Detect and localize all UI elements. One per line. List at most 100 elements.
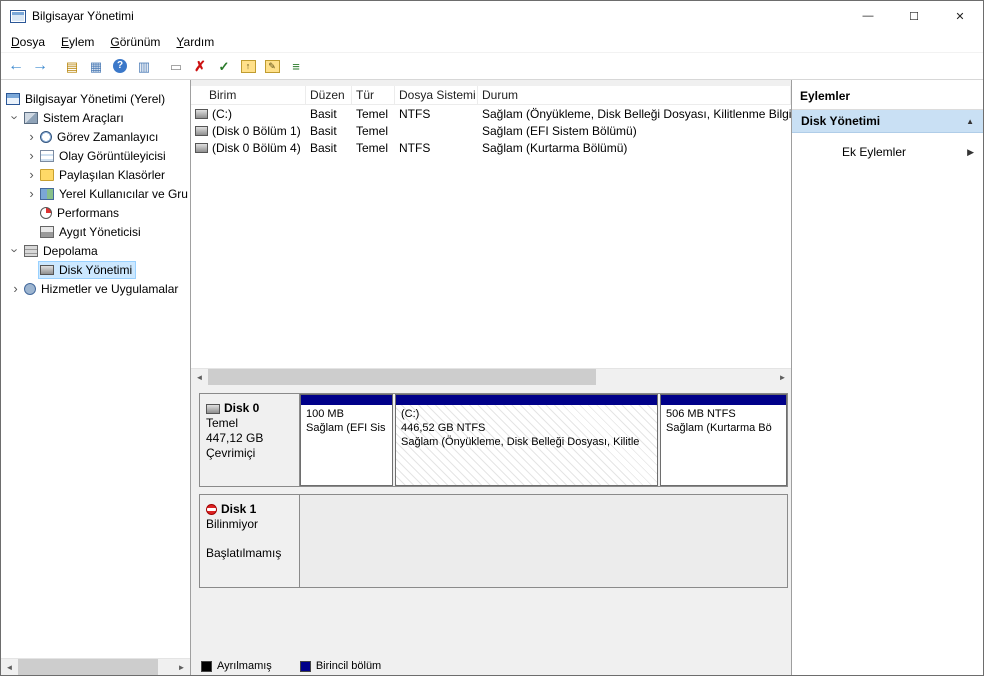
- collapse-icon[interactable]: ▲: [966, 117, 974, 126]
- partition-color-bar: [301, 395, 392, 405]
- actions-pane-title: Eylemler: [792, 86, 983, 110]
- scroll-left-icon[interactable]: ◄: [1, 659, 18, 675]
- scroll-right-icon[interactable]: ►: [173, 659, 190, 675]
- tree-item-services-applications[interactable]: Hizmetler ve Uygulamalar: [1, 279, 190, 298]
- column-header-tur[interactable]: Tür: [352, 86, 395, 104]
- volume-row-recovery[interactable]: (Disk 0 Bölüm 4) Basit Temel NTFS Sağlam…: [191, 139, 791, 156]
- disk-1-label[interactable]: Disk 1 Bilinmiyor Başlatılmamış: [200, 495, 300, 587]
- status-popup-icon[interactable]: ▭: [165, 55, 187, 77]
- window-controls: — ☐ ✕: [845, 1, 983, 31]
- tree-horizontal-scrollbar[interactable]: ◄ ►: [1, 658, 190, 675]
- scroll-left-icon[interactable]: ◄: [191, 369, 208, 385]
- chevron-right-icon[interactable]: [24, 130, 39, 143]
- column-header-durum[interactable]: Durum: [478, 86, 791, 104]
- content-area: Bilgisayar Yönetimi (Yerel) Sistem Araçl…: [1, 80, 983, 675]
- show-action-pane-icon[interactable]: ▥: [133, 55, 155, 77]
- help-icon[interactable]: ?: [109, 55, 131, 77]
- disk-1-unallocated-area[interactable]: [300, 495, 787, 587]
- title-bar[interactable]: Bilgisayar Yönetimi — ☐ ✕: [1, 1, 983, 31]
- users-icon: [40, 187, 54, 200]
- volume-list-horizontal-scrollbar[interactable]: ◄ ►: [191, 368, 791, 385]
- back-icon[interactable]: ←: [5, 55, 27, 77]
- volume-icon: [195, 125, 208, 136]
- disk-0-partitions: 100 MB Sağlam (EFI Sis (C:) 446,52 GB NT…: [300, 394, 787, 486]
- volume-row-c[interactable]: (C:) Basit Temel NTFS Sağlam (Önyükleme,…: [191, 105, 791, 122]
- tree-item-event-viewer[interactable]: Olay Görüntüleyicisi: [1, 146, 190, 165]
- system-tools-icon: [24, 111, 38, 124]
- chevron-down-icon[interactable]: [8, 111, 23, 124]
- partition-efi[interactable]: 100 MB Sağlam (EFI Sis: [300, 394, 393, 486]
- volume-list-header: Birim Düzen Tür Dosya Sistemi Durum: [191, 86, 791, 105]
- tree-item-disk-management[interactable]: Disk Yönetimi: [1, 260, 190, 279]
- tree-item-shared-folders[interactable]: Paylaşılan Klasörler: [1, 165, 190, 184]
- storage-icon: [24, 244, 38, 257]
- mark-active-icon[interactable]: ✓: [213, 55, 235, 77]
- column-header-birim[interactable]: Birim: [191, 86, 306, 104]
- disk-management-icon: [40, 264, 54, 275]
- menu-yardim[interactable]: Yardım: [168, 32, 222, 52]
- action-more-actions[interactable]: Ek Eylemler ▶: [792, 141, 983, 163]
- explore-folder-icon[interactable]: ✎: [261, 55, 283, 77]
- close-button[interactable]: ✕: [937, 1, 983, 31]
- volume-row-efi[interactable]: (Disk 0 Bölüm 1) Basit Temel Sağlam (EFI…: [191, 122, 791, 139]
- tree-item-local-users-groups[interactable]: Yerel Kullanıcılar ve Gru: [1, 184, 190, 203]
- delete-volume-icon[interactable]: ✗: [189, 55, 211, 77]
- unallocated-swatch: [201, 660, 212, 672]
- disk-0-label[interactable]: Disk 0 Temel 447,12 GB Çevrimiçi: [200, 394, 300, 486]
- computer-management-window: Bilgisayar Yönetimi — ☐ ✕ Dosya Eylem Gö…: [0, 0, 984, 676]
- forward-icon[interactable]: →: [29, 55, 51, 77]
- primary-partition-swatch: [299, 660, 311, 672]
- volume-icon: [195, 142, 208, 153]
- scroll-right-icon[interactable]: ►: [774, 369, 791, 385]
- scrollbar-track[interactable]: [596, 369, 774, 385]
- show-console-tree-icon[interactable]: ▤: [61, 55, 83, 77]
- services-icon: [24, 282, 36, 295]
- partition-color-bar: [396, 395, 657, 405]
- disk-error-icon: [206, 504, 217, 515]
- chevron-right-icon[interactable]: [8, 282, 23, 295]
- toolbar: ← → ▤ ▦ ? ▥ ▭ ✗ ✓ ↑ ✎ ≡: [1, 53, 983, 80]
- app-icon: [10, 9, 26, 23]
- disk-graphical-view: Disk 0 Temel 447,12 GB Çevrimiçi 100 MB …: [191, 385, 791, 675]
- scrollbar-thumb[interactable]: [18, 659, 158, 675]
- actions-group-disk-management[interactable]: Disk Yönetimi ▲: [792, 110, 983, 133]
- volume-icon: [195, 108, 208, 119]
- tree-item-task-scheduler[interactable]: Görev Zamanlayıcı: [1, 127, 190, 146]
- tree-item-performance[interactable]: Performans: [1, 203, 190, 222]
- tree-item-storage[interactable]: Depolama: [1, 241, 190, 260]
- legend: Ayrılmamış Birincil bölüm: [199, 657, 788, 675]
- tree-item-system-tools[interactable]: Sistem Araçları: [1, 108, 190, 127]
- maximize-button[interactable]: ☐: [891, 1, 937, 31]
- chevron-right-icon[interactable]: [24, 187, 39, 200]
- partition-color-bar: [661, 395, 786, 405]
- properties-icon[interactable]: ≡: [285, 55, 307, 77]
- column-header-dosya-sistemi[interactable]: Dosya Sistemi: [395, 86, 478, 104]
- disk-icon: [206, 403, 220, 414]
- performance-icon: [40, 206, 52, 219]
- minimize-button[interactable]: —: [845, 1, 891, 31]
- export-list-icon[interactable]: ▦: [85, 55, 107, 77]
- console-tree: Bilgisayar Yönetimi (Yerel) Sistem Araçl…: [1, 80, 191, 675]
- chevron-right-icon[interactable]: [24, 149, 39, 162]
- device-manager-icon: [40, 225, 54, 238]
- column-header-duzen[interactable]: Düzen: [306, 86, 352, 104]
- event-viewer-icon: [40, 149, 54, 162]
- partition-recovery[interactable]: 506 MB NTFS Sağlam (Kurtarma Bö: [660, 394, 787, 486]
- tree-item-device-manager[interactable]: Aygıt Yöneticisi: [1, 222, 190, 241]
- menu-gorunum[interactable]: Görünüm: [102, 32, 168, 52]
- volume-list: Birim Düzen Tür Dosya Sistemi Durum (C:)…: [191, 86, 791, 385]
- shared-folders-icon: [40, 168, 54, 181]
- scrollbar-thumb[interactable]: [208, 369, 596, 385]
- scrollbar-track[interactable]: [158, 659, 173, 675]
- tree-item-computer-management[interactable]: Bilgisayar Yönetimi (Yerel): [1, 89, 190, 108]
- volume-list-empty-space: [191, 156, 791, 368]
- disk-1-row: Disk 1 Bilinmiyor Başlatılmamış: [199, 494, 788, 588]
- open-folder-icon[interactable]: ↑: [237, 55, 259, 77]
- main-panel: Birim Düzen Tür Dosya Sistemi Durum (C:)…: [191, 80, 791, 675]
- menu-dosya[interactable]: Dosya: [3, 32, 53, 52]
- submenu-arrow-icon: ▶: [967, 146, 974, 157]
- chevron-right-icon[interactable]: [24, 168, 39, 181]
- chevron-down-icon[interactable]: [8, 244, 23, 257]
- partition-c[interactable]: (C:) 446,52 GB NTFS Sağlam (Önyükleme, D…: [395, 394, 658, 486]
- menu-eylem[interactable]: Eylem: [53, 32, 102, 52]
